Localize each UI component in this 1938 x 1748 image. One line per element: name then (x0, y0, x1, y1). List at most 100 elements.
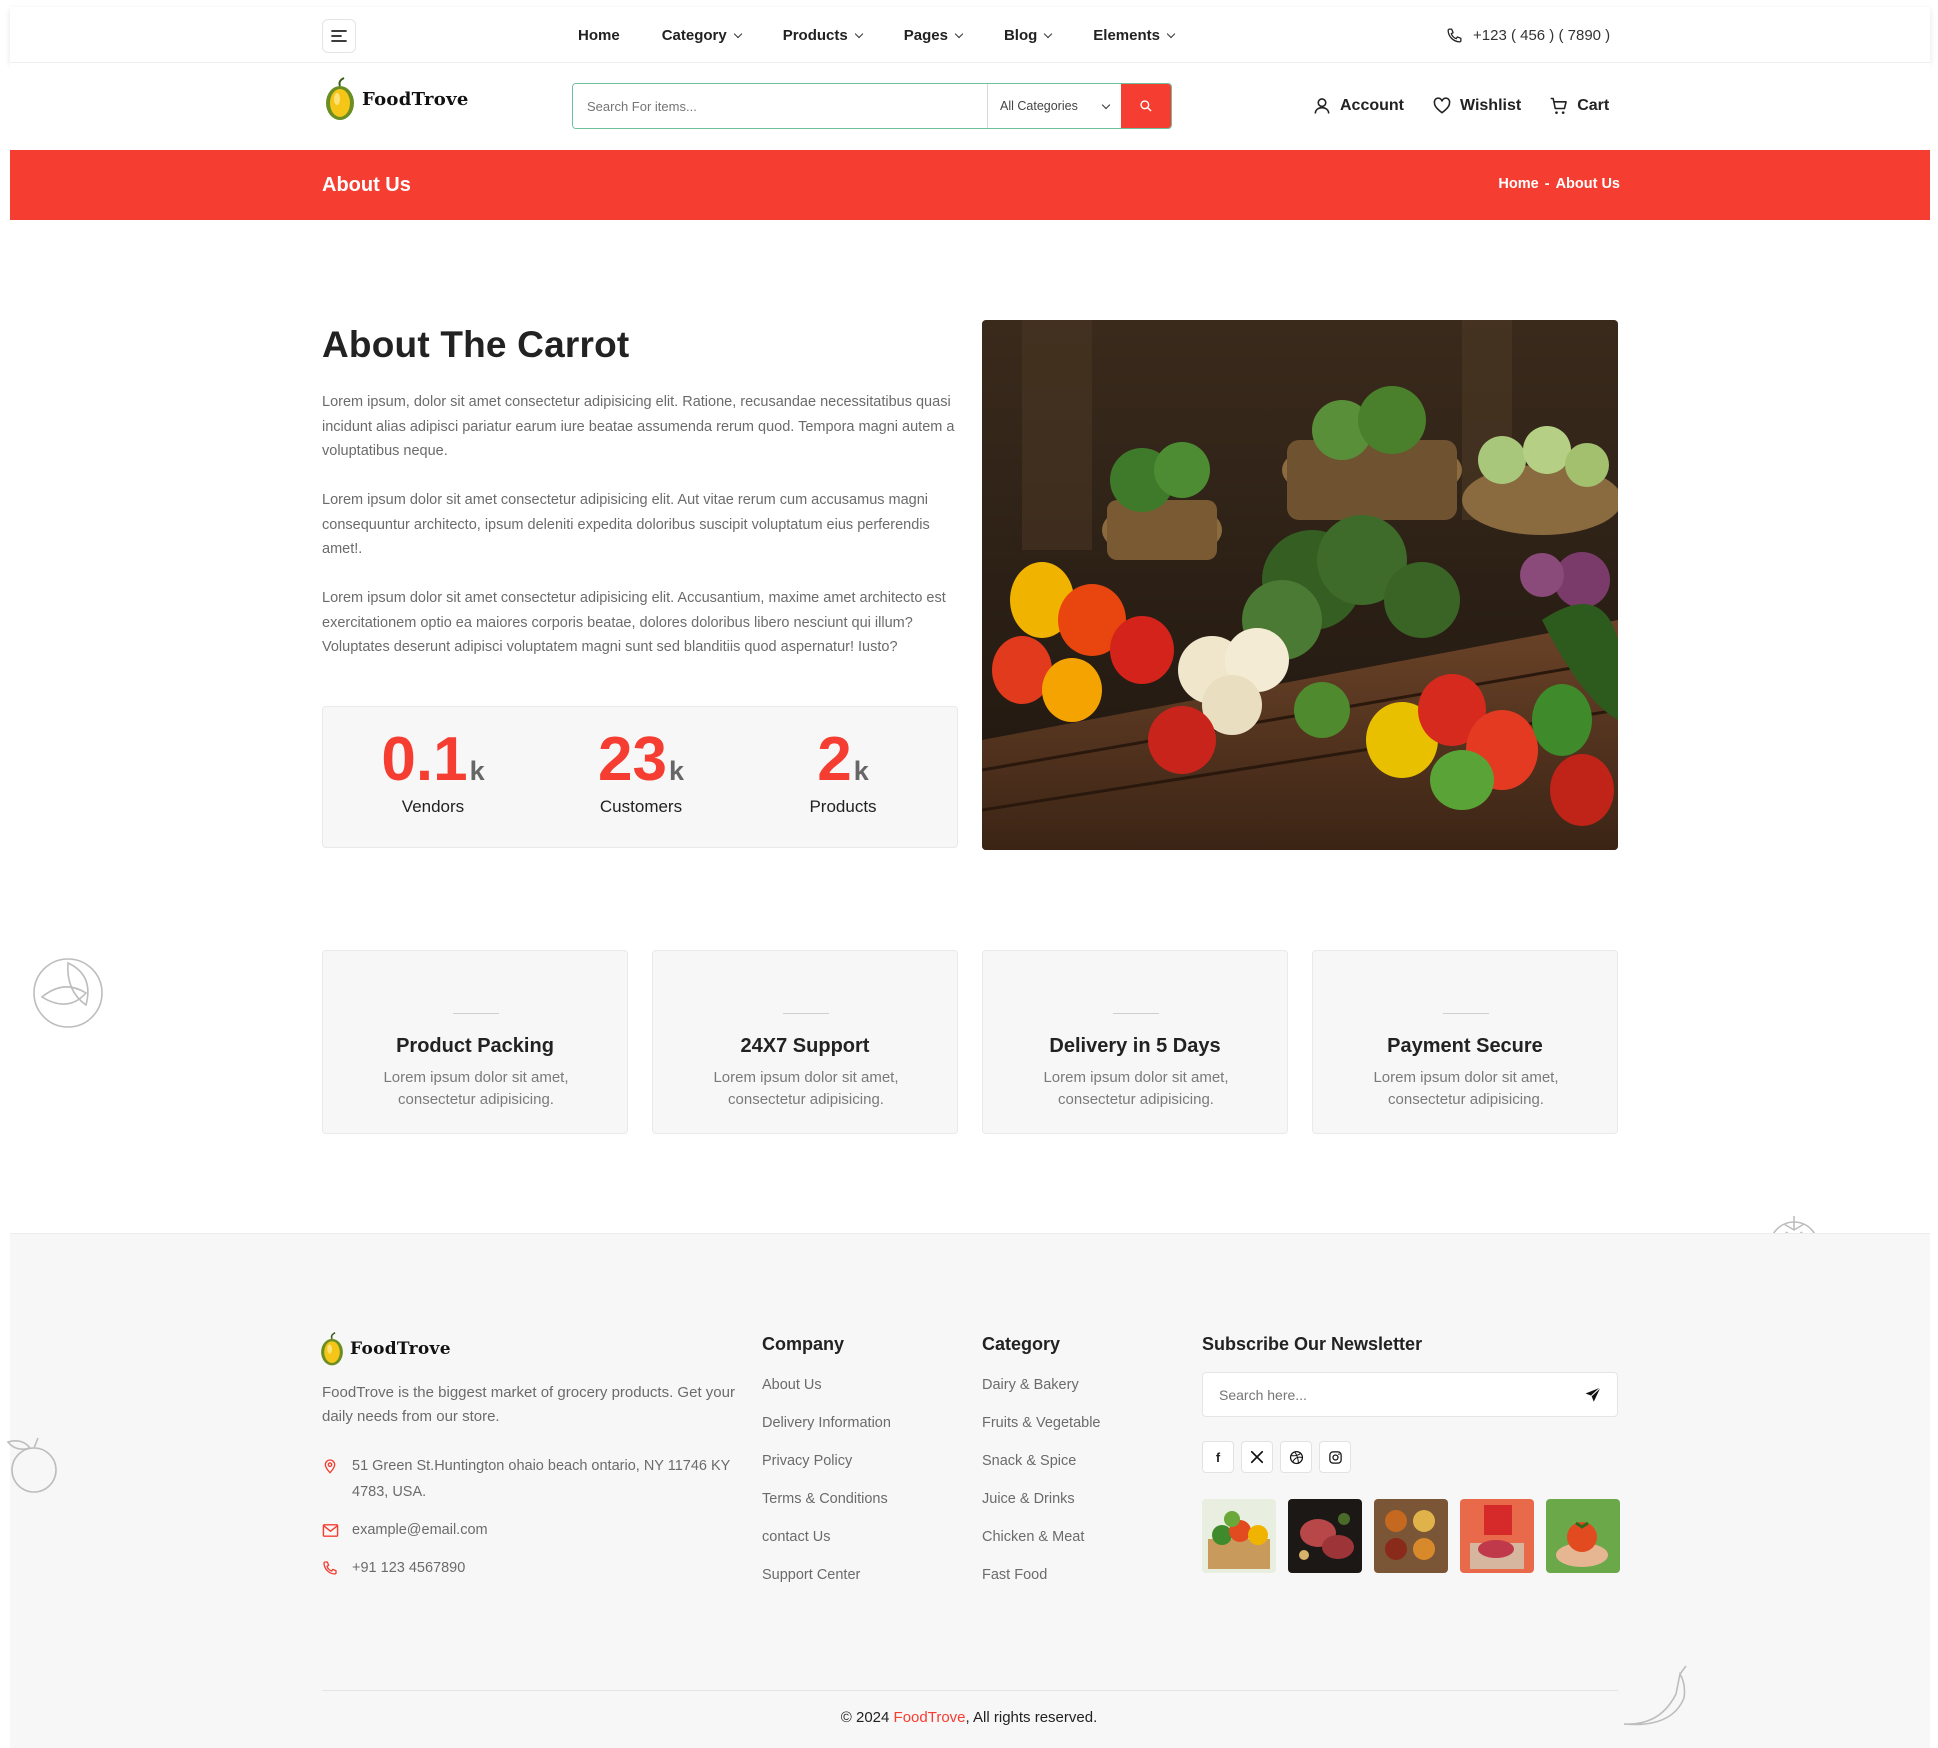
nav-products[interactable]: Products (783, 27, 863, 44)
vegetable-crate-image (1202, 1499, 1276, 1573)
footer-link-dairy-bakery[interactable]: Dairy & Bakery (982, 1372, 1101, 1410)
footer-description: FoodTrove is the biggest market of groce… (322, 1384, 735, 1425)
instagram-button[interactable] (1319, 1441, 1351, 1473)
user-icon (1314, 97, 1330, 114)
footer-link-about-us[interactable]: About Us (762, 1372, 891, 1410)
footer-link-chicken-meat[interactable]: Chicken & Meat (982, 1524, 1101, 1562)
search-input[interactable] (573, 84, 987, 128)
account-link[interactable]: Account (1312, 96, 1404, 116)
about-paragraph-2: Lorem ipsum dolor sit amet consectetur a… (322, 492, 930, 557)
instagram-icon (1328, 1450, 1342, 1464)
gallery-thumb-spices[interactable] (1374, 1499, 1448, 1573)
category-select[interactable]: All Categories (987, 84, 1121, 128)
footer-link-fast-food[interactable]: Fast Food (982, 1562, 1101, 1600)
service-divider (1113, 1013, 1159, 1014)
chevron-down-icon (1101, 100, 1111, 109)
service-card-payment: Payment Secure Lorem ipsum dolor sit ame… (1312, 950, 1618, 1134)
copyright: © 2024 FoodTrove, All rights reserved. (840, 1709, 1098, 1726)
newsletter-input[interactable] (1203, 1386, 1569, 1403)
top-navigation-bar: Home Category Products Pages Blog Elemen… (10, 7, 1930, 63)
footer-logo[interactable]: FoodTrove (318, 1331, 451, 1367)
footer-link-contact-us[interactable]: contact Us (762, 1524, 891, 1562)
footer-divider (322, 1690, 1618, 1691)
footer-link-privacy-policy[interactable]: Privacy Policy (762, 1448, 891, 1486)
newsletter-title: Subscribe Our Newsletter (1202, 1334, 1423, 1354)
newsletter-submit-button[interactable] (1569, 1386, 1617, 1404)
stat-unit: k (469, 756, 485, 786)
page-banner: About Us Home - About Us (10, 150, 1930, 220)
gallery-thumb-tomato-hands[interactable] (1546, 1499, 1620, 1573)
page-title: About Us (322, 174, 411, 196)
nav-home[interactable]: Home (578, 27, 620, 44)
stat-products: 2k Products (743, 727, 943, 817)
footer-link-snack-spice[interactable]: Snack & Spice (982, 1448, 1101, 1486)
search-icon (1140, 100, 1152, 112)
x-button[interactable] (1241, 1441, 1273, 1473)
stat-value: 23 (598, 725, 667, 794)
top-phone[interactable]: +123 ( 456 ) ( 7890 ) (1446, 7, 1610, 63)
footer-link-support-center[interactable]: Support Center (762, 1562, 891, 1600)
about-paragraph-1: Lorem ipsum, dolor sit amet consectetur … (322, 394, 955, 459)
stat-unit: k (853, 756, 869, 786)
location-pin-icon (324, 1459, 336, 1474)
chevron-down-icon (854, 29, 863, 38)
newsletter-form (1202, 1372, 1618, 1417)
footer-company-links: About Us Delivery Information Privacy Po… (762, 1372, 891, 1600)
mail-icon (322, 1524, 339, 1537)
footer-link-delivery-information[interactable]: Delivery Information (762, 1410, 891, 1448)
gallery-thumb-vegetable-crate[interactable] (1202, 1499, 1276, 1573)
footer-company-title: Company (762, 1334, 845, 1354)
logo-text: FoodTrove (362, 88, 469, 110)
nav-blog[interactable]: Blog (1004, 27, 1053, 44)
cart-link[interactable]: Cart (1549, 96, 1609, 116)
nav-pages[interactable]: Pages (904, 27, 964, 44)
phone-icon (323, 1561, 337, 1575)
copyright-brand-link[interactable]: FoodTrove (894, 1709, 966, 1726)
stat-label: Products (809, 797, 877, 816)
meat-board-image (1288, 1499, 1362, 1573)
heart-icon (1433, 96, 1451, 113)
service-card-delivery: Delivery in 5 Days Lorem ipsum dolor sit… (982, 950, 1288, 1134)
footer-link-fruits-vegetable[interactable]: Fruits & Vegetable (982, 1410, 1101, 1448)
phone-icon (1447, 27, 1462, 43)
search-bar: All Categories (572, 83, 1172, 129)
chevron-down-icon (1166, 29, 1176, 38)
stat-customers: 23k Customers (541, 727, 741, 817)
breadcrumb-separator: - (1544, 176, 1550, 192)
menu-toggle-button[interactable] (322, 19, 356, 53)
breadcrumb-home[interactable]: Home (1498, 176, 1538, 192)
service-title: Payment Secure (1387, 1035, 1543, 1057)
search-button[interactable] (1121, 84, 1171, 128)
footer-link-juice-drinks[interactable]: Juice & Drinks (982, 1486, 1101, 1524)
tomato-hands-image (1546, 1499, 1620, 1573)
service-title: Product Packing (396, 1035, 554, 1057)
gallery-thumb-butcher[interactable] (1460, 1499, 1534, 1573)
footer-address: 51 Green St.Huntington ohaio beach ontar… (322, 1453, 742, 1505)
spices-image (1374, 1499, 1448, 1573)
page: Home Category Products Pages Blog Elemen… (0, 0, 1938, 1748)
site-logo[interactable]: FoodTrove (322, 77, 469, 121)
facebook-button[interactable]: f (1202, 1441, 1234, 1473)
dribbble-button[interactable] (1280, 1441, 1312, 1473)
stat-unit: k (668, 756, 684, 786)
footer-category-links: Dairy & Bakery Fruits & Vegetable Snack … (982, 1372, 1101, 1600)
service-description: Lorem ipsum dolor sit amet, consectetur … (1043, 1069, 1229, 1108)
cart-icon (1550, 97, 1568, 114)
service-title: 24X7 Support (740, 1035, 870, 1057)
vegetables-illustration (982, 320, 1618, 850)
footer-email[interactable]: example@email.com (322, 1517, 488, 1547)
top-phone-number: +123 ( 456 ) ( 7890 ) (1473, 26, 1611, 44)
footer-link-terms[interactable]: Terms & Conditions (762, 1486, 891, 1524)
about-paragraph-3: Lorem ipsum dolor sit amet consectetur a… (322, 590, 946, 655)
nav-category[interactable]: Category (662, 27, 742, 44)
nav-elements[interactable]: Elements (1093, 27, 1176, 44)
send-icon (1585, 1386, 1601, 1402)
gallery-thumb-meat[interactable] (1288, 1499, 1362, 1573)
stat-value: 0.1 (381, 725, 468, 794)
logo-fruit-icon (326, 77, 354, 120)
wishlist-link[interactable]: Wishlist (1432, 96, 1521, 116)
footer-phone[interactable]: +91 123 4567890 (322, 1555, 465, 1585)
x-icon (1250, 1450, 1264, 1464)
chevron-down-icon (1044, 29, 1053, 38)
service-card-product-packing: Product Packing Lorem ipsum dolor sit am… (322, 950, 628, 1134)
